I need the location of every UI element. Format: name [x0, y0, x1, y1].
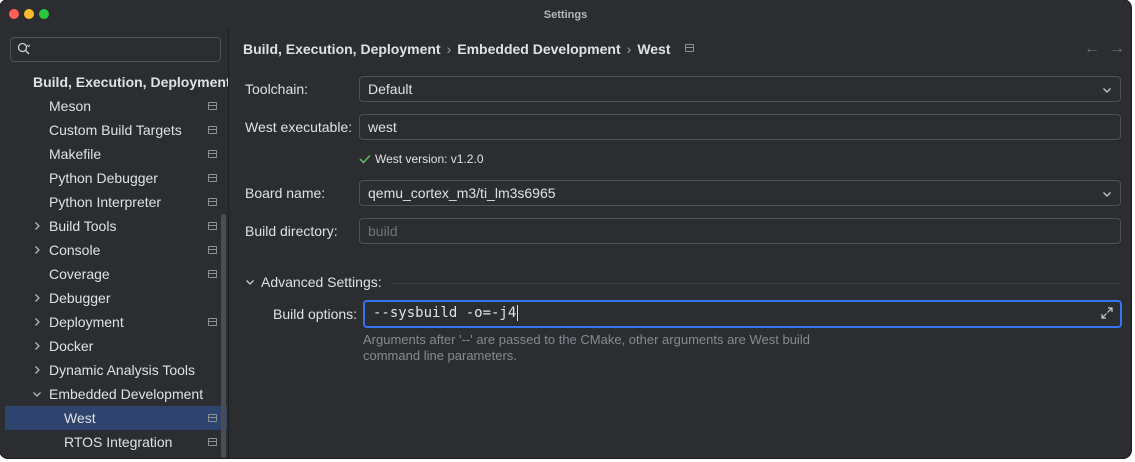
build-directory-label: Build directory: — [245, 223, 338, 239]
page-icon — [208, 438, 217, 446]
settings-window: Settings Build, Execution, Deployment Mes… — [0, 0, 1131, 458]
chevron-down-icon — [1103, 88, 1111, 93]
sidebar-scrollbar[interactable] — [221, 214, 226, 458]
chevron-right-icon[interactable] — [32, 317, 42, 327]
sidebar-item[interactable]: Debugger — [5, 286, 227, 310]
sidebar-item[interactable]: Coverage — [5, 262, 227, 286]
sidebar-item[interactable]: Makefile — [5, 142, 227, 166]
chevron-right-icon[interactable] — [32, 341, 42, 351]
sidebar-item[interactable]: Dynamic Analysis Tools — [5, 358, 227, 382]
sidebar-item[interactable]: Build Tools — [5, 214, 227, 238]
back-arrow-icon[interactable]: ← — [1084, 40, 1100, 58]
page-icon — [208, 126, 217, 134]
build-directory-placeholder: build — [368, 223, 398, 239]
west-executable-input[interactable]: west — [359, 114, 1121, 140]
sidebar-item-label: Debugger — [49, 290, 111, 306]
advanced-settings-toggle[interactable]: Advanced Settings: — [245, 274, 382, 290]
build-directory-input[interactable]: build — [359, 218, 1121, 244]
sidebar-item-label: Console — [49, 242, 101, 258]
sidebar-item-label: Makefile — [49, 146, 102, 162]
sidebar-item[interactable]: Deployment — [5, 310, 227, 334]
breadcrumb-item[interactable]: Embedded Development — [457, 41, 620, 57]
sidebar-item-label: Python Interpreter — [49, 194, 162, 210]
page-icon — [208, 222, 217, 230]
build-options-hint: Arguments after '--' are passed to the C… — [363, 332, 883, 364]
expand-icon[interactable] — [1100, 306, 1114, 320]
hint-line: command line parameters. — [363, 348, 517, 363]
sidebar-item-label: RTOS Integration — [64, 434, 173, 450]
west-executable-value: west — [368, 119, 397, 135]
search-box[interactable] — [10, 37, 221, 62]
build-options-label: Build options: — [273, 306, 358, 322]
sidebar-item[interactable]: Build, Execution, Deployment — [5, 70, 231, 94]
check-icon — [359, 154, 371, 164]
breadcrumb: Build, Execution, Deployment › Embedded De… — [243, 41, 694, 57]
sidebar-item-label: Docker — [49, 338, 94, 354]
page-icon — [208, 414, 217, 422]
sidebar-item[interactable]: Docker — [5, 334, 227, 358]
board-name-value: qemu_cortex_m3/ti_lm3s6965 — [368, 185, 556, 201]
sidebar-item[interactable]: Console — [5, 238, 227, 262]
page-icon — [208, 102, 217, 110]
chevron-down-icon — [246, 280, 254, 285]
build-options-text: --sysbuild -o=-j4 — [373, 305, 517, 321]
sidebar-item-label: Dynamic Analysis Tools — [49, 362, 196, 378]
chevron-down-icon — [1103, 192, 1111, 197]
page-icon — [684, 44, 694, 53]
sidebar-item-label: Python Debugger — [49, 170, 158, 186]
sidebar-item[interactable]: West — [5, 406, 227, 430]
chevron-down-icon[interactable] — [32, 389, 42, 399]
west-version-text: West version: v1.2.0 — [375, 152, 484, 166]
build-options-value: --sysbuild -o=-j4 — [373, 305, 519, 321]
chevron-right-icon[interactable] — [32, 221, 42, 231]
sidebar-item-label: Custom Build Targets — [49, 122, 182, 138]
hint-line: Arguments after '--' are passed to the C… — [363, 332, 810, 347]
board-name-dropdown[interactable]: qemu_cortex_m3/ti_lm3s6965 — [359, 180, 1121, 206]
sidebar: Build, Execution, Deployment Meson Custom … — [0, 28, 231, 458]
sidebar-item[interactable]: Embedded Development — [5, 382, 227, 406]
window-title: Settings — [543, 9, 588, 21]
breadcrumb-item-current: West — [637, 41, 671, 57]
sidebar-item-label: Deployment — [49, 314, 124, 330]
breadcrumb-item[interactable]: Build, Execution, Deployment — [243, 41, 441, 57]
sidebar-item[interactable]: Python Interpreter — [5, 190, 227, 214]
page-icon — [208, 246, 217, 254]
chevron-right-icon[interactable] — [32, 293, 42, 303]
title-bar: Settings — [0, 0, 1131, 28]
advanced-settings-label: Advanced Settings: — [261, 274, 382, 290]
sidebar-item-label: Build, Execution, Deployment — [33, 74, 231, 90]
west-version-status: West version: v1.2.0 — [359, 152, 484, 166]
sidebar-item-label: Embedded Development — [49, 386, 204, 402]
page-icon — [208, 174, 217, 182]
sidebar-item[interactable]: RTOS Integration — [5, 430, 227, 454]
section-divider — [391, 283, 1119, 284]
build-options-input[interactable]: --sysbuild -o=-j4 — [363, 300, 1122, 328]
forward-arrow-icon[interactable]: → — [1109, 40, 1125, 58]
sidebar-item[interactable]: Meson — [5, 94, 227, 118]
page-icon — [208, 270, 217, 278]
toolchain-value: Default — [368, 81, 413, 97]
search-input[interactable] — [41, 40, 216, 59]
sidebar-item[interactable]: Python Debugger — [5, 166, 227, 190]
page-icon — [208, 150, 217, 158]
west-executable-label: West executable: — [245, 119, 353, 135]
settings-content: Build, Execution, Deployment › Embedded De… — [228, 28, 1131, 458]
breadcrumb-separator: › — [446, 41, 452, 57]
sidebar-item[interactable]: Custom Build Targets — [5, 118, 227, 142]
search-icon — [17, 42, 31, 55]
sidebar-item-label: West — [64, 410, 96, 426]
page-icon — [208, 198, 217, 206]
sidebar-item-label: Meson — [49, 98, 92, 114]
text-caret — [517, 305, 519, 321]
sidebar-item-label: Coverage — [49, 266, 110, 282]
breadcrumb-separator: › — [626, 41, 632, 57]
sidebar-item-label: Build Tools — [49, 218, 117, 234]
toolchain-dropdown[interactable]: Default — [359, 76, 1121, 102]
page-icon — [208, 318, 217, 326]
board-name-label: Board name: — [245, 185, 326, 201]
chevron-right-icon[interactable] — [32, 245, 42, 255]
chevron-right-icon[interactable] — [32, 365, 42, 375]
toolchain-label: Toolchain: — [245, 81, 309, 97]
